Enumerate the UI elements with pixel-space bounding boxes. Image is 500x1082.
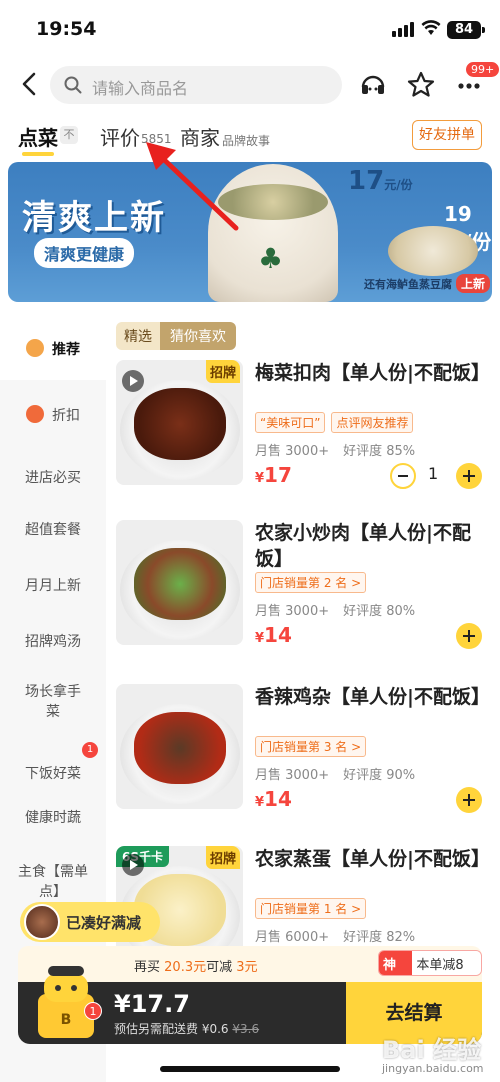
sidebar-badge: 1: [82, 742, 98, 758]
add-to-cart-button[interactable]: [456, 787, 482, 813]
food-avatar: [24, 904, 60, 940]
product-rank-tag[interactable]: 门店销量第 1 名 >: [255, 898, 367, 919]
section-tag: 精选 猜你喜欢: [116, 322, 236, 350]
section-tag-guess: 猜你喜欢: [160, 322, 236, 350]
discount-toast: 已凑好满减: [20, 902, 160, 942]
rating: 好评度 85%: [343, 444, 416, 459]
review-count: 5851: [141, 132, 172, 146]
banner-subtitle: 清爽更健康: [34, 238, 135, 268]
discount-icon: [26, 405, 44, 423]
notification-badge: 99+: [466, 62, 500, 77]
quantity-value: 1: [428, 464, 439, 483]
product-price: ¥17: [255, 463, 292, 487]
product-image: [116, 684, 243, 809]
product-item[interactable]: 6S千卡 招牌 农家蒸蛋【单人份|不配饭】 门店销量第 1 名 > 月售 600…: [116, 846, 492, 971]
status-time: 19:54: [36, 18, 97, 40]
sidebar-item-combo[interactable]: 超值套餐: [0, 504, 106, 556]
home-indicator[interactable]: [160, 1066, 340, 1072]
sidebar-item-chicken-soup[interactable]: 招牌鸡汤: [0, 616, 106, 668]
sidebar-item-signature[interactable]: 场长拿手菜: [0, 682, 106, 738]
svg-text:B: B: [61, 1012, 72, 1028]
product-tag: “美味可口”: [255, 412, 326, 433]
tab-reviews[interactable]: 评价: [100, 122, 140, 151]
product-tag: 点评网友推荐: [331, 412, 414, 433]
play-video-icon[interactable]: [122, 370, 144, 392]
product-name: 农家小炒肉【单人份|不配饭】: [255, 522, 471, 570]
product-rank-tag[interactable]: 门店销量第 2 名 >: [255, 572, 367, 593]
product-price: ¥14: [255, 787, 292, 811]
search-icon: [64, 76, 82, 94]
monthly-sales: 月售 3000+: [255, 604, 330, 619]
add-to-cart-button[interactable]: [456, 623, 482, 649]
promo-banner[interactable]: 清爽上新 清爽更健康 ♣ 17元/份 19元/份 还有海鲈鱼蒸豆腐 上新: [8, 162, 492, 302]
signal-icon: [392, 22, 414, 37]
signature-badge: 招牌: [206, 360, 241, 383]
signature-badge: 招牌: [206, 846, 241, 869]
add-to-cart-button[interactable]: [456, 463, 482, 489]
rating: 好评度 80%: [343, 604, 416, 619]
product-name: 香辣鸡杂【单人份|不配饭】: [255, 686, 490, 708]
cart-total: ¥17.7: [114, 990, 190, 1018]
sidebar-item-vegetables[interactable]: 健康时蔬: [0, 792, 106, 844]
banner-new-badge: 上新: [456, 274, 491, 293]
monthly-sales: 月售 3000+: [255, 444, 330, 459]
cart-count-badge: 1: [84, 1002, 102, 1020]
monthly-sales: 月售 6000+: [255, 930, 330, 945]
tab-order-chip: 不: [60, 126, 78, 144]
sidebar-item-recommend[interactable]: 推荐: [0, 320, 106, 380]
product-name: 梅菜扣肉【单人份|不配饭】: [255, 362, 490, 384]
sidebar-item-monthly-new[interactable]: 月月上新: [0, 560, 106, 612]
section-tag-featured: 精选: [116, 322, 160, 350]
product-item[interactable]: 农家小炒肉【单人份|不配饭】 门店销量第 2 名 > 月售 3000+ 好评度 8…: [116, 520, 492, 680]
customer-service-icon[interactable]: [358, 70, 388, 100]
product-item[interactable]: 招牌 梅菜扣肉【单人份|不配饭】 “美味可口” 点评网友推荐 月售 3000+ 好…: [116, 360, 492, 520]
decrease-quantity-button[interactable]: [390, 463, 416, 489]
top-header: 请输入商品名 99+: [0, 62, 500, 108]
delivery-fee: 预估另需配送费 ¥0.6 ¥3.6: [114, 1022, 260, 1036]
rating: 好评度 82%: [343, 930, 416, 945]
fish-tofu-image: [388, 226, 478, 276]
active-tab-indicator: [22, 152, 54, 156]
soup-pot-image: ♣: [208, 164, 338, 302]
shopping-bag-icon[interactable]: B: [30, 960, 100, 1040]
wifi-icon: [421, 20, 441, 35]
sidebar-item-discount[interactable]: 折扣: [0, 386, 106, 446]
coupon-button[interactable]: 神券 本单减8 >: [378, 950, 482, 976]
watermark: Bai 经验: [382, 1036, 482, 1064]
rating: 好评度 90%: [343, 768, 416, 783]
banner-tag: 还有海鲈鱼蒸豆腐: [364, 278, 452, 291]
back-arrow-icon[interactable]: [16, 70, 44, 98]
recommend-icon: [26, 339, 44, 357]
product-item[interactable]: 香辣鸡杂【单人份|不配饭】 门店销量第 3 名 > 月售 3000+ 好评度 90…: [116, 684, 492, 844]
search-input[interactable]: 请输入商品名: [50, 66, 342, 104]
tab-merchant[interactable]: 商家: [180, 122, 220, 151]
tab-bar: 点菜 不 评价 5851 商家 品牌故事 好友拼单: [0, 118, 500, 158]
status-bar: 19:54 84: [0, 0, 500, 56]
product-name: 农家蒸蛋【单人份|不配饭】: [255, 848, 490, 870]
sidebar-item-must-buy[interactable]: 进店必买: [0, 452, 106, 504]
banner-main-price: 17元/份: [348, 166, 413, 196]
product-rank-tag[interactable]: 门店销量第 3 名 >: [255, 736, 367, 757]
play-video-icon[interactable]: [122, 854, 144, 876]
brand-logo-icon: ♣: [258, 242, 284, 275]
battery-icon: 84: [447, 21, 485, 39]
friend-group-order-button[interactable]: 好友拼单: [412, 120, 482, 150]
search-placeholder: 请输入商品名: [92, 79, 189, 98]
merchant-sub-label: 品牌故事: [222, 134, 271, 148]
favorite-star-icon[interactable]: [406, 70, 436, 100]
banner-title: 清爽上新: [22, 198, 166, 238]
watermark-url: jingyan.baidu.com: [382, 1062, 484, 1075]
tab-order[interactable]: 点菜: [18, 122, 58, 151]
product-price: ¥14: [255, 623, 292, 647]
product-image: [116, 520, 243, 645]
monthly-sales: 月售 3000+: [255, 768, 330, 783]
